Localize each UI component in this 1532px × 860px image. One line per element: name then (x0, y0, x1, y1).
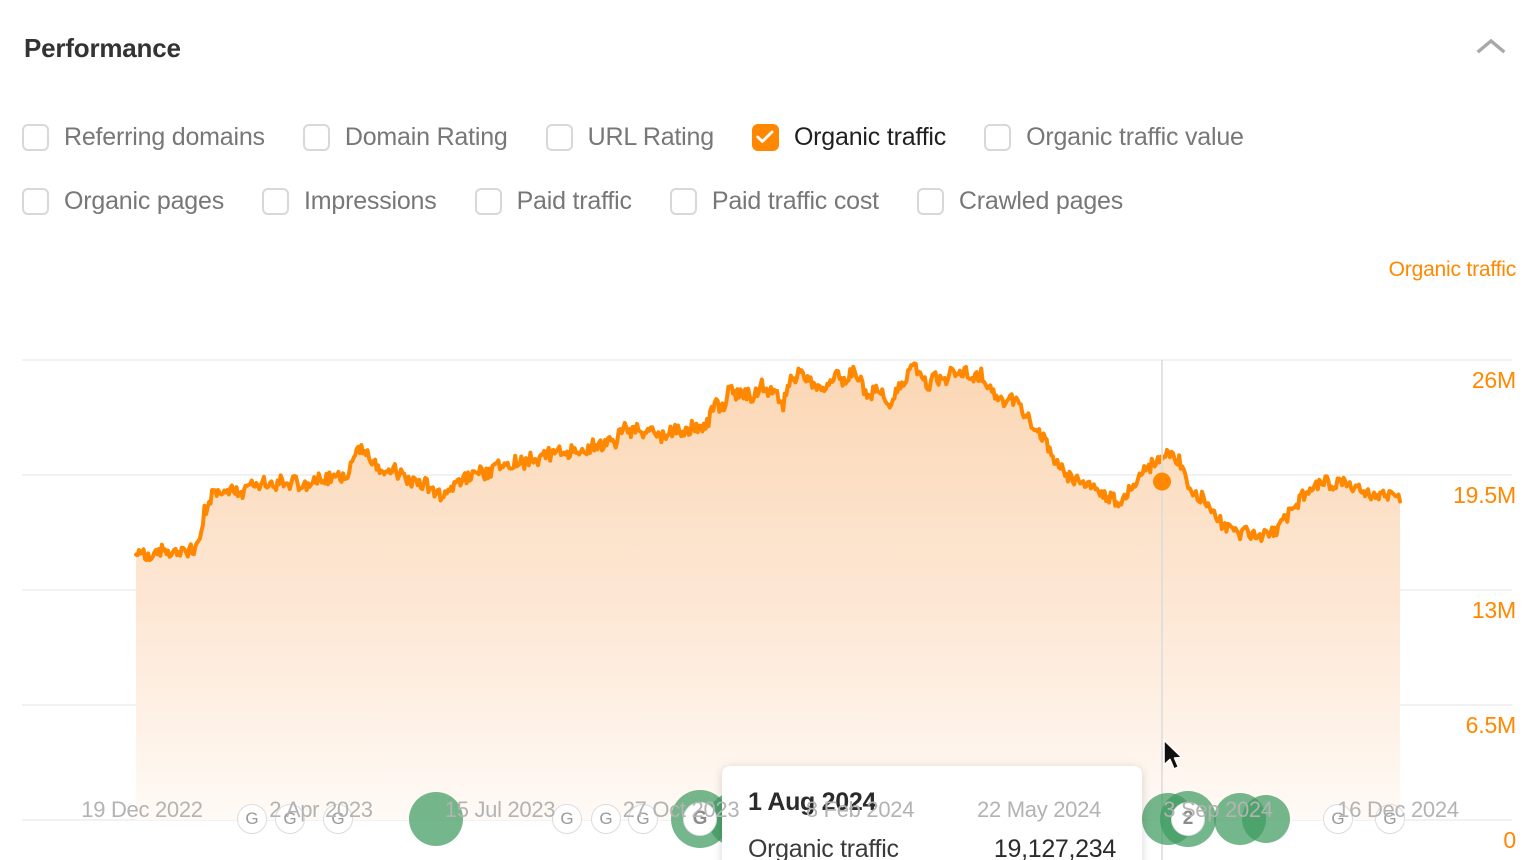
metric-label: Referring domains (64, 123, 265, 152)
checkbox-icon[interactable] (917, 188, 944, 215)
checkbox-icon[interactable] (670, 188, 697, 215)
chart-area-fill (136, 363, 1400, 820)
collapse-panel-button[interactable] (1468, 26, 1514, 66)
metric-toggle-paid-traffic[interactable]: Paid traffic (475, 187, 632, 216)
performance-panel: Performance Referring domains Domain Rati… (0, 0, 1532, 860)
metric-toggle-domain-rating[interactable]: Domain Rating (303, 123, 508, 152)
checkbox-checked-icon[interactable] (752, 124, 779, 151)
metric-toggle-url-rating[interactable]: URL Rating (546, 123, 714, 152)
metric-label: Organic traffic value (1026, 123, 1244, 152)
metric-toggle-organic-traffic[interactable]: Organic traffic (752, 123, 946, 152)
y-axis-tick-label: 19.5M (1453, 482, 1516, 509)
metric-label: Organic traffic (794, 123, 946, 152)
tooltip-metric-label: Organic traffic (748, 835, 899, 860)
metric-label: Domain Rating (345, 123, 508, 152)
checkbox-icon[interactable] (262, 188, 289, 215)
checkbox-icon[interactable] (22, 124, 49, 151)
metric-row-secondary: Organic pages Impressions Paid traffic Paid… (22, 182, 1512, 220)
metric-toggle-impressions[interactable]: Impressions (262, 187, 437, 216)
checkbox-icon[interactable] (546, 124, 573, 151)
y-axis-tick-label: 0 (1503, 827, 1516, 854)
y-axis-title: Organic traffic (1389, 258, 1516, 282)
metric-toggle-referring-domains[interactable]: Referring domains (22, 123, 265, 152)
checkbox-icon[interactable] (303, 124, 330, 151)
y-axis-tick-label: 6.5M (1466, 712, 1516, 739)
chevron-up-icon (1476, 37, 1506, 55)
metric-toggle-paid-traffic-cost[interactable]: Paid traffic cost (670, 187, 879, 216)
metric-toggles: Referring domains Domain Rating URL Rating… (22, 118, 1512, 246)
tooltip-metric-row: Organic traffic 19,127,234 (748, 835, 1116, 860)
hover-data-point[interactable] (1153, 473, 1171, 491)
panel-header: Performance (0, 0, 1532, 92)
metric-row-primary: Referring domains Domain Rating URL Rating… (22, 118, 1512, 156)
checkbox-icon[interactable] (475, 188, 502, 215)
checkbox-icon[interactable] (22, 188, 49, 215)
metric-label: Paid traffic (517, 187, 632, 216)
metric-label: Organic pages (64, 187, 224, 216)
metric-label: Crawled pages (959, 187, 1123, 216)
checkbox-icon[interactable] (984, 124, 1011, 151)
metric-label: Paid traffic cost (712, 187, 879, 216)
y-axis-tick-label: 26M (1472, 367, 1516, 394)
performance-chart: Organic traffic GGGGGGGGGG22 1 Aug 2024 … (0, 250, 1532, 860)
metric-toggle-organic-pages[interactable]: Organic pages (22, 187, 224, 216)
metric-label: URL Rating (588, 123, 714, 152)
y-axis-tick-label: 13M (1472, 597, 1516, 624)
x-axis-tick-label: 16 Dec 2024 (1288, 797, 1508, 823)
tooltip-metric-value: 19,127,234 (994, 835, 1116, 860)
metric-toggle-organic-traffic-value[interactable]: Organic traffic value (984, 123, 1244, 152)
metric-toggle-crawled-pages[interactable]: Crawled pages (917, 187, 1123, 216)
metric-label: Impressions (304, 187, 437, 216)
page-title: Performance (24, 33, 181, 64)
